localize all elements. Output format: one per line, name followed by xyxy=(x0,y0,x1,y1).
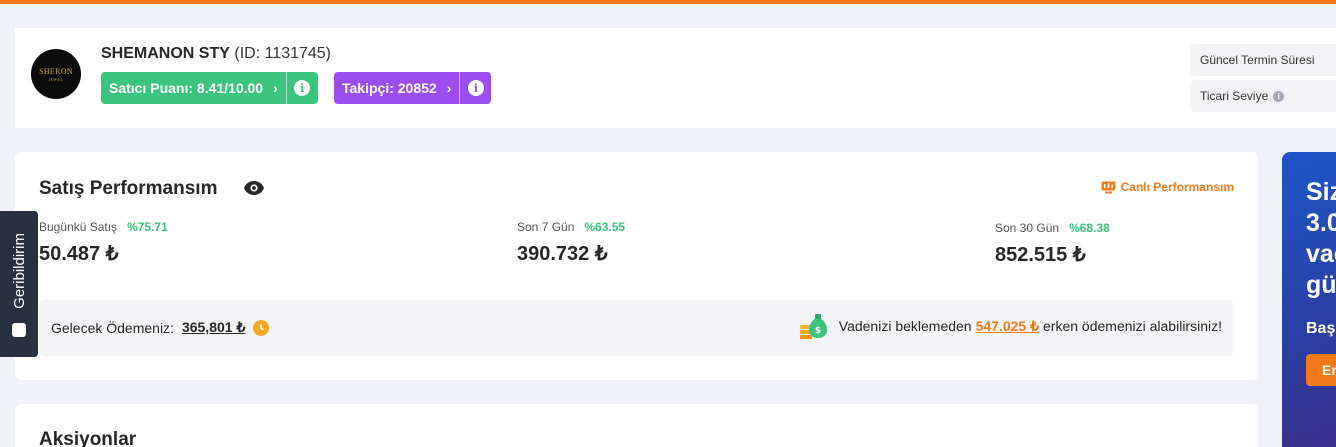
early-payment-amount[interactable]: 547.025 ₺ xyxy=(976,318,1039,335)
live-performance-label: Canlı Performansım xyxy=(1120,180,1234,194)
payment-info-box: Gelecek Ödemeniz: 365,801 ₺ $ Vadenizi b… xyxy=(39,300,1234,356)
stat-percent: %68.38 xyxy=(1069,221,1110,235)
seller-name: SHEMANON STY (ID: 1131745) xyxy=(101,45,331,63)
top-accent-bar xyxy=(0,0,1336,4)
stat-value: 50.487 ₺ xyxy=(39,243,119,265)
trade-level-label: Ticari Seviye xyxy=(1200,89,1269,103)
seller-score-info-button[interactable]: i xyxy=(285,72,318,104)
followers-button[interactable]: Takipçi: 20852 › xyxy=(334,72,459,104)
promo-line: Siz xyxy=(1306,178,1336,206)
seller-score-label: Satıcı Puanı: 8.41/10.00 xyxy=(109,80,264,96)
stat-last-7-days: Son 7 Gün %63.55 390.732 ₺ xyxy=(517,220,625,266)
live-monitor-icon xyxy=(1101,181,1116,193)
chevron-right-icon: › xyxy=(446,80,452,96)
promo-line: gü xyxy=(1306,271,1336,299)
feedback-tab[interactable]: Geribildirim xyxy=(0,211,38,357)
current-term-field[interactable]: Güncel Termin Süresi xyxy=(1190,44,1336,76)
promo-button[interactable]: Er xyxy=(1306,354,1336,386)
seller-name-text: SHEMANON STY xyxy=(101,45,230,62)
promo-banner[interactable]: Siz 3.0 vac gü Baş Er xyxy=(1282,152,1336,447)
clock-icon[interactable] xyxy=(253,319,270,336)
seller-score-button[interactable]: Satıcı Puanı: 8.41/10.00 › xyxy=(101,72,286,104)
chevron-right-icon: › xyxy=(273,80,278,96)
stat-percent: %63.55 xyxy=(584,220,626,234)
stat-today: Bugünkü Satış %75.71 50.487 ₺ xyxy=(39,220,168,266)
current-term-label: Güncel Termin Süresi xyxy=(1200,53,1315,67)
info-icon: i xyxy=(467,80,484,96)
future-payment: Gelecek Ödemeniz: 365,801 ₺ xyxy=(51,319,270,336)
stat-value: 390.732 ₺ xyxy=(517,243,608,265)
feedback-label: Geribildirim xyxy=(11,233,28,309)
promo-line: 3.0 xyxy=(1306,209,1336,237)
seller-score-badge: Satıcı Puanı: 8.41/10.00 › i xyxy=(101,72,318,104)
logo-text: SHERON xyxy=(39,66,73,76)
followers-badge: Takipçi: 20852 › i xyxy=(334,72,492,104)
future-payment-amount[interactable]: 365,801 ₺ xyxy=(182,319,245,336)
followers-label: Takipçi: 20852 xyxy=(342,80,437,96)
eye-icon[interactable] xyxy=(243,180,265,196)
early-payment-offer: $ Vadenizi beklemeden 547.025 ₺ erken öd… xyxy=(799,312,1222,340)
followers-info-button[interactable]: i xyxy=(459,72,491,104)
feedback-icon xyxy=(12,323,26,337)
stat-last-30-days: Son 30 Gün %68.38 852.515 ₺ xyxy=(995,221,1110,267)
actions-title: Aksiyonlar xyxy=(39,429,137,447)
early-payment-suffix: erken ödemenizi alabilirsiniz! xyxy=(1043,318,1222,334)
sales-performance-card: Satış Performansım Canlı Performansım Bu… xyxy=(15,152,1258,380)
svg-text:$: $ xyxy=(815,326,821,336)
promo-subtext: Baş xyxy=(1306,320,1336,337)
stat-label: Son 7 Gün xyxy=(517,220,575,234)
trade-level-field[interactable]: Ticari Seviye i xyxy=(1190,80,1336,112)
stat-label: Son 30 Gün xyxy=(995,221,1060,235)
seller-card: SHERON JEWEL SHEMANON STY (ID: 1131745) … xyxy=(15,28,1336,128)
stat-label: Bugünkü Satış xyxy=(39,220,118,234)
stat-value: 852.515 ₺ xyxy=(995,244,1086,266)
live-performance-link[interactable]: Canlı Performansım xyxy=(1101,180,1234,194)
money-bag-icon: $ xyxy=(799,314,827,339)
promo-line: vac xyxy=(1306,240,1336,268)
performance-title: Satış Performansım xyxy=(39,178,218,199)
actions-card: Aksiyonlar xyxy=(15,404,1258,447)
stat-percent: %75.71 xyxy=(127,220,168,234)
seller-logo: SHERON JEWEL xyxy=(31,49,81,99)
info-icon: i xyxy=(294,80,311,96)
info-icon[interactable]: i xyxy=(1273,90,1285,102)
seller-id: (ID: 1131745) xyxy=(234,45,332,62)
future-payment-label: Gelecek Ödemeniz: xyxy=(51,319,174,336)
early-payment-prefix: Vadenizi beklemeden xyxy=(838,318,972,334)
logo-subtext: JEWEL xyxy=(48,76,64,82)
